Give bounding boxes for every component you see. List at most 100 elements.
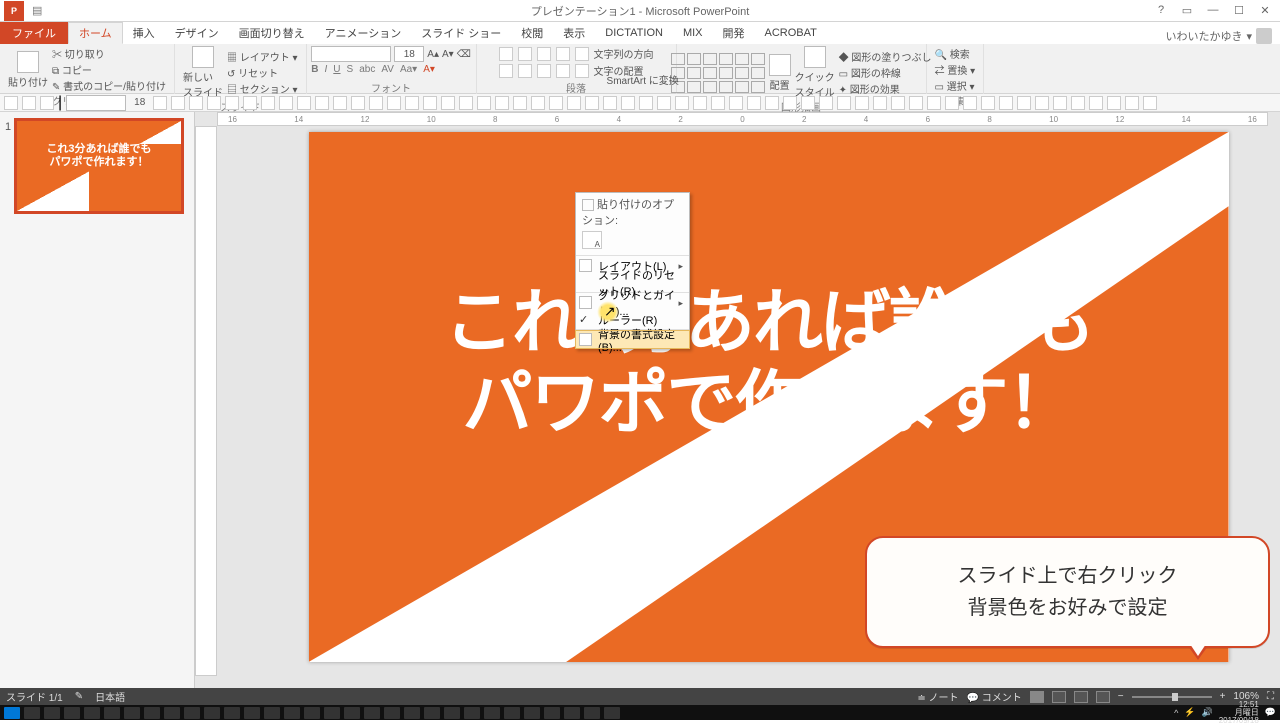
taskbar-app-icon[interactable] <box>404 707 420 719</box>
new-slide-button[interactable]: 新しい スライド <box>183 46 223 99</box>
ribbon-options-icon[interactable]: ▭ <box>1178 4 1196 17</box>
qa-tool-icon[interactable] <box>819 96 833 110</box>
taskbar-app-icon[interactable] <box>24 707 40 719</box>
qa-tool-icon[interactable] <box>1035 96 1049 110</box>
qa-tool-icon[interactable] <box>927 96 941 110</box>
qa-tool-icon[interactable] <box>693 96 707 110</box>
qa-tool-icon[interactable] <box>603 96 617 110</box>
taskbar-app-icon[interactable] <box>364 707 380 719</box>
qa-tool-icon[interactable] <box>1089 96 1103 110</box>
columns-icon[interactable] <box>575 64 589 78</box>
minimize-icon[interactable]: — <box>1204 4 1222 17</box>
paste-keep-text-icon[interactable] <box>582 231 602 249</box>
paste-button[interactable]: 貼り付け <box>8 51 48 89</box>
justify-icon[interactable] <box>556 64 570 78</box>
layout-button[interactable]: ▦ レイアウト ▾ <box>227 49 298 64</box>
tray-volume-icon[interactable]: 🔊 <box>1202 707 1213 718</box>
qa-tool-icon[interactable] <box>711 96 725 110</box>
slideshow-view-icon[interactable] <box>1096 691 1110 703</box>
taskbar-app-icon[interactable] <box>324 707 340 719</box>
shape-outline-button[interactable]: ▭ 図形の枠線 <box>839 65 932 80</box>
zoom-slider[interactable] <box>1132 696 1212 698</box>
qa-tool-icon[interactable] <box>153 96 167 110</box>
qa-tool-icon[interactable] <box>801 96 815 110</box>
increase-indent-icon[interactable] <box>556 47 570 61</box>
qa-tool-icon[interactable] <box>891 96 905 110</box>
qa-tool-icon[interactable] <box>297 96 311 110</box>
taskbar-app-icon[interactable] <box>564 707 580 719</box>
tab-dictation[interactable]: DICTATION <box>595 22 673 44</box>
qa-tool-icon[interactable] <box>747 96 761 110</box>
taskbar-app-icon[interactable] <box>64 707 80 719</box>
taskbar-app-icon[interactable] <box>244 707 260 719</box>
qa-tool-icon[interactable] <box>657 96 671 110</box>
tab-design[interactable]: デザイン <box>165 22 229 44</box>
italic-icon[interactable]: I <box>325 64 328 75</box>
tab-home[interactable]: ホーム <box>68 22 123 44</box>
numbering-icon[interactable] <box>518 47 532 61</box>
taskbar-app-icon[interactable] <box>384 707 400 719</box>
tab-slideshow[interactable]: スライド ショー <box>411 22 511 44</box>
qa-tool-icon[interactable] <box>459 96 473 110</box>
qa-tool-icon[interactable] <box>783 96 797 110</box>
notes-button[interactable]: ≐ ノート <box>917 689 958 704</box>
qa-tool-icon[interactable] <box>639 96 653 110</box>
tab-animations[interactable]: アニメーション <box>315 22 412 44</box>
user-area[interactable]: いわいたかゆき ▾ <box>1165 28 1280 44</box>
qa-tool-icon[interactable] <box>675 96 689 110</box>
qat-save-icon[interactable]: ▤ <box>32 4 42 17</box>
qa-tool-icon[interactable] <box>765 96 779 110</box>
section-button[interactable]: ▤ セクション ▾ <box>227 81 298 96</box>
maximize-icon[interactable]: ☐ <box>1230 4 1248 17</box>
copy-button[interactable]: ⧉ コピー <box>52 62 166 77</box>
qa-tool-icon[interactable] <box>477 96 491 110</box>
qa-tool-icon[interactable] <box>315 96 329 110</box>
taskbar-app-icon[interactable] <box>84 707 100 719</box>
qa-tool-icon[interactable] <box>1125 96 1139 110</box>
qa-tool-icon[interactable] <box>513 96 527 110</box>
arrange-button[interactable]: 配置 <box>769 54 791 92</box>
align-right-icon[interactable] <box>537 64 551 78</box>
qa-redo-icon[interactable] <box>40 96 54 110</box>
start-button[interactable] <box>4 707 20 719</box>
find-button[interactable]: 🔍 検索 <box>935 46 976 61</box>
qa-tool-icon[interactable] <box>909 96 923 110</box>
comments-button[interactable]: 💬 コメント <box>967 689 1022 704</box>
qa-tool-icon[interactable] <box>729 96 743 110</box>
taskbar-app-icon[interactable] <box>224 707 240 719</box>
bullets-icon[interactable] <box>499 47 513 61</box>
qa-tool-icon[interactable] <box>1017 96 1031 110</box>
qa-tool-icon[interactable] <box>981 96 995 110</box>
action-center-icon[interactable]: 💬 <box>1265 707 1276 718</box>
normal-view-icon[interactable] <box>1030 691 1044 703</box>
shape-effects-button[interactable]: ✦ 図形の効果 <box>839 81 932 96</box>
qa-tool-icon[interactable] <box>549 96 563 110</box>
taskbar-app-icon[interactable] <box>104 707 120 719</box>
cut-button[interactable]: ✂ 切り取り <box>52 46 166 61</box>
font-color-icon[interactable]: A▾ <box>423 64 435 75</box>
taskbar-app-icon[interactable] <box>304 707 320 719</box>
qa-tool-icon[interactable] <box>333 96 347 110</box>
taskbar-app-icon[interactable] <box>424 707 440 719</box>
qa-tool-icon[interactable] <box>963 96 977 110</box>
underline-icon[interactable]: U <box>333 64 340 75</box>
qa-tool-icon[interactable] <box>999 96 1013 110</box>
qa-tool-icon[interactable] <box>189 96 203 110</box>
tab-developer[interactable]: 開発 <box>713 22 755 44</box>
qa-tool-icon[interactable] <box>495 96 509 110</box>
taskbar-app-icon[interactable] <box>184 707 200 719</box>
taskbar-app-icon[interactable] <box>524 707 540 719</box>
tab-acrobat[interactable]: ACROBAT <box>755 22 827 44</box>
zoom-out-icon[interactable]: − <box>1118 691 1124 702</box>
taskbar-app-icon[interactable] <box>604 707 620 719</box>
font-size-select[interactable]: 18 <box>394 46 424 62</box>
spellcheck-icon[interactable]: ✎ <box>75 691 83 702</box>
qa-tool-icon[interactable] <box>855 96 869 110</box>
reset-button[interactable]: ↺ リセット <box>227 65 298 80</box>
align-left-icon[interactable] <box>499 64 513 78</box>
taskbar-app-icon[interactable] <box>344 707 360 719</box>
tab-mix[interactable]: MIX <box>673 22 713 44</box>
taskbar-app-icon[interactable] <box>164 707 180 719</box>
text-direction-button[interactable]: 文字列の方向 <box>594 46 654 61</box>
qa-tool-icon[interactable] <box>171 96 185 110</box>
